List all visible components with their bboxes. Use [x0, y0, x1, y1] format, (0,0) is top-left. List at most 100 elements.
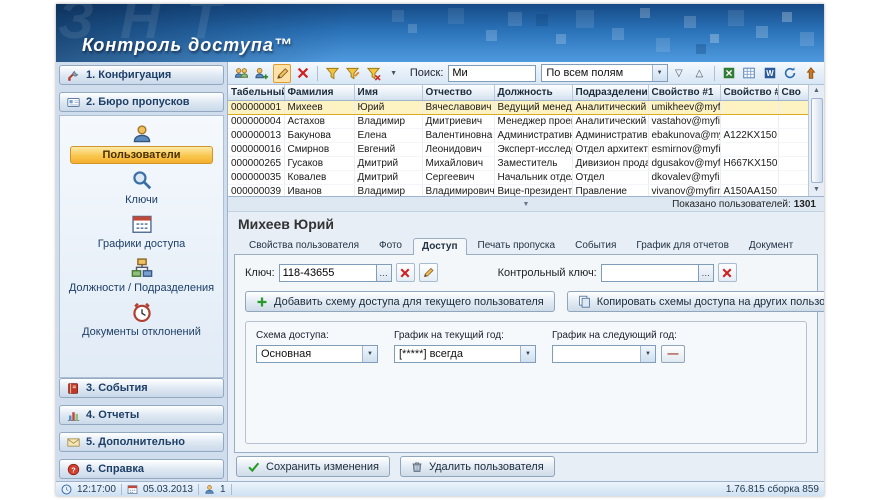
column-header[interactable]: Табельный №	[228, 85, 284, 100]
column-header[interactable]: Свойство #1	[648, 85, 720, 100]
sort-descending-button[interactable]: ▽	[670, 64, 688, 83]
export-excel-button[interactable]	[720, 64, 738, 83]
scroll-to-top-button[interactable]	[802, 64, 820, 83]
filter-edit-button[interactable]	[343, 64, 361, 83]
tab-user-properties[interactable]: Свойства пользователя	[240, 237, 368, 254]
sidebar-item-deviation-documents[interactable]: Документы отклонений	[60, 301, 223, 340]
sidebar-section-reports[interactable]: 4. Отчеты	[59, 405, 224, 425]
table-row[interactable]: 000000004АстаховВладимирДмитриевичМенедж…	[228, 114, 808, 128]
key-edit-button[interactable]	[419, 263, 438, 282]
delete-user-button[interactable]: Удалить пользователя	[400, 456, 555, 477]
cell: Эксперт-исследова	[494, 142, 572, 156]
tab-events[interactable]: События	[566, 237, 625, 254]
cell	[720, 114, 778, 128]
cell: 000000013	[228, 128, 284, 142]
splitter-handle[interactable]: ▼	[523, 201, 530, 208]
chevron-down-icon: ▼	[520, 346, 535, 362]
scroll-down-icon[interactable]: ▼	[813, 185, 820, 195]
sidebar-section-additional[interactable]: 5. Дополнительно	[59, 432, 224, 452]
table-row[interactable]: 000000039ИвановВладимирВладимировичВице-…	[228, 184, 808, 196]
next-year-select[interactable]: ▼	[552, 345, 656, 363]
scheme-select[interactable]: Основная ▼	[256, 345, 378, 363]
export-word-button[interactable]: W	[761, 64, 779, 83]
save-changes-button[interactable]: Сохранить изменения	[236, 456, 390, 477]
status-bar: 12:17:00 05.03.2013 1 1.76.815 сборка 85…	[56, 481, 824, 496]
sidebar-item-users[interactable]: Пользователи	[60, 123, 223, 164]
scroll-thumb[interactable]	[811, 98, 823, 183]
refresh-button[interactable]	[781, 64, 799, 83]
filter-button[interactable]	[323, 64, 341, 83]
current-year-value: [*****] всегда	[399, 348, 463, 360]
copy-access-scheme-button[interactable]: Копировать схемы доступа на других польз…	[567, 291, 824, 312]
cell	[778, 170, 808, 184]
control-key-clear-button[interactable]	[718, 263, 737, 282]
sort-ascending-button[interactable]: △	[690, 64, 708, 83]
control-key-browse-button[interactable]: …	[699, 264, 714, 282]
scheme-label: Схема доступа:	[256, 330, 378, 341]
sidebar-section-pass-bureau[interactable]: 2. Бюро пропусков	[59, 92, 224, 112]
cell	[720, 100, 778, 114]
access-scheme-groupbox: Схема доступа: Основная ▼ График на теку…	[245, 321, 807, 444]
column-header[interactable]: Имя	[354, 85, 422, 100]
section-label: 3. События	[86, 382, 148, 394]
key-clear-button[interactable]	[396, 263, 415, 282]
sidebar-section-events[interactable]: 3. События	[59, 378, 224, 398]
table-row[interactable]: 000000016СмирновЕвгенийЛеонидовичЭксперт…	[228, 142, 808, 156]
copy-access-scheme-label: Копировать схемы доступа на других польз…	[597, 296, 824, 308]
tab-access[interactable]: Доступ	[413, 238, 467, 255]
cell: Елена	[354, 128, 422, 142]
chevron-down-icon: ▼	[362, 346, 377, 362]
column-header[interactable]: Фамилия	[284, 85, 354, 100]
cell: Дивизион продаж н	[572, 156, 648, 170]
cell: Гусаков	[284, 156, 354, 170]
search-scope-select[interactable]: По всем полям ▼	[541, 64, 667, 82]
cell: Дмитрий	[354, 170, 422, 184]
current-year-select[interactable]: [*****] всегда ▼	[394, 345, 536, 363]
decor-square	[612, 28, 624, 40]
sidebar-item-positions-departments[interactable]: Должности / Подразделения	[60, 257, 223, 296]
check-icon	[247, 460, 260, 473]
toolbar-separator	[714, 66, 715, 81]
column-header[interactable]: Подразделение	[572, 85, 648, 100]
tab-document[interactable]: Документ	[740, 237, 802, 254]
grid-scrollbar[interactable]: ▲ ▼	[808, 85, 824, 196]
users-list-button[interactable]	[232, 64, 250, 83]
column-header[interactable]: Сво	[778, 85, 808, 100]
add-user-button[interactable]	[252, 64, 270, 83]
scroll-up-icon[interactable]: ▲	[813, 86, 820, 96]
tab-report-schedule[interactable]: График для отчетов	[627, 237, 738, 254]
key-browse-button[interactable]: …	[377, 264, 392, 282]
tab-photo[interactable]: Фото	[370, 237, 411, 254]
column-header[interactable]: Отчество	[422, 85, 494, 100]
shown-users-count: 1301	[794, 199, 816, 210]
delete-user-toolbar-button[interactable]	[293, 64, 311, 83]
search-input[interactable]	[448, 65, 536, 82]
badge-icon	[66, 96, 80, 109]
add-access-scheme-button[interactable]: Добавить схему доступа для текущего поль…	[245, 291, 555, 312]
table-row[interactable]: 000000001МихеевЮрийВячеславовичВедущий м…	[228, 100, 808, 114]
table-row[interactable]: 000000013БакуноваЕленаВалентиновнаАдмини…	[228, 128, 808, 142]
filter-clear-button[interactable]	[364, 64, 382, 83]
tab-print-pass[interactable]: Печать пропуска	[469, 237, 565, 254]
column-header[interactable]: Свойство #2	[720, 85, 778, 100]
cell	[778, 156, 808, 170]
view-grid-button[interactable]	[740, 64, 758, 83]
scheme-actions: Добавить схему доступа для текущего поль…	[245, 291, 807, 312]
table-row[interactable]: 000000035КовалевДмитрийСергеевичНачальни…	[228, 170, 808, 184]
edit-user-button[interactable]	[273, 64, 291, 83]
sidebar-item-access-schedules[interactable]: Графики доступа	[60, 213, 223, 252]
column-header[interactable]: Должность	[494, 85, 572, 100]
status-separator	[198, 484, 199, 495]
search-scope-value: По всем полям	[546, 67, 623, 79]
svg-text:W: W	[766, 69, 774, 78]
table-row[interactable]: 000000265ГусаковДмитрийМихайловичЗамести…	[228, 156, 808, 170]
sidebar-section-configuration[interactable]: 1. Конфигуация	[59, 65, 224, 85]
remove-next-year-schedule-button[interactable]: —	[661, 345, 685, 363]
filter-menu-arrow[interactable]: ▼	[384, 64, 402, 83]
key-input[interactable]	[279, 264, 377, 282]
save-changes-label: Сохранить изменения	[266, 461, 379, 473]
sidebar-item-keys[interactable]: Ключи	[60, 169, 223, 208]
cell: vastahov@myfirm.or	[648, 114, 720, 128]
sidebar-section-help[interactable]: ? 6. Справка	[59, 459, 224, 479]
control-key-input[interactable]	[601, 264, 699, 282]
